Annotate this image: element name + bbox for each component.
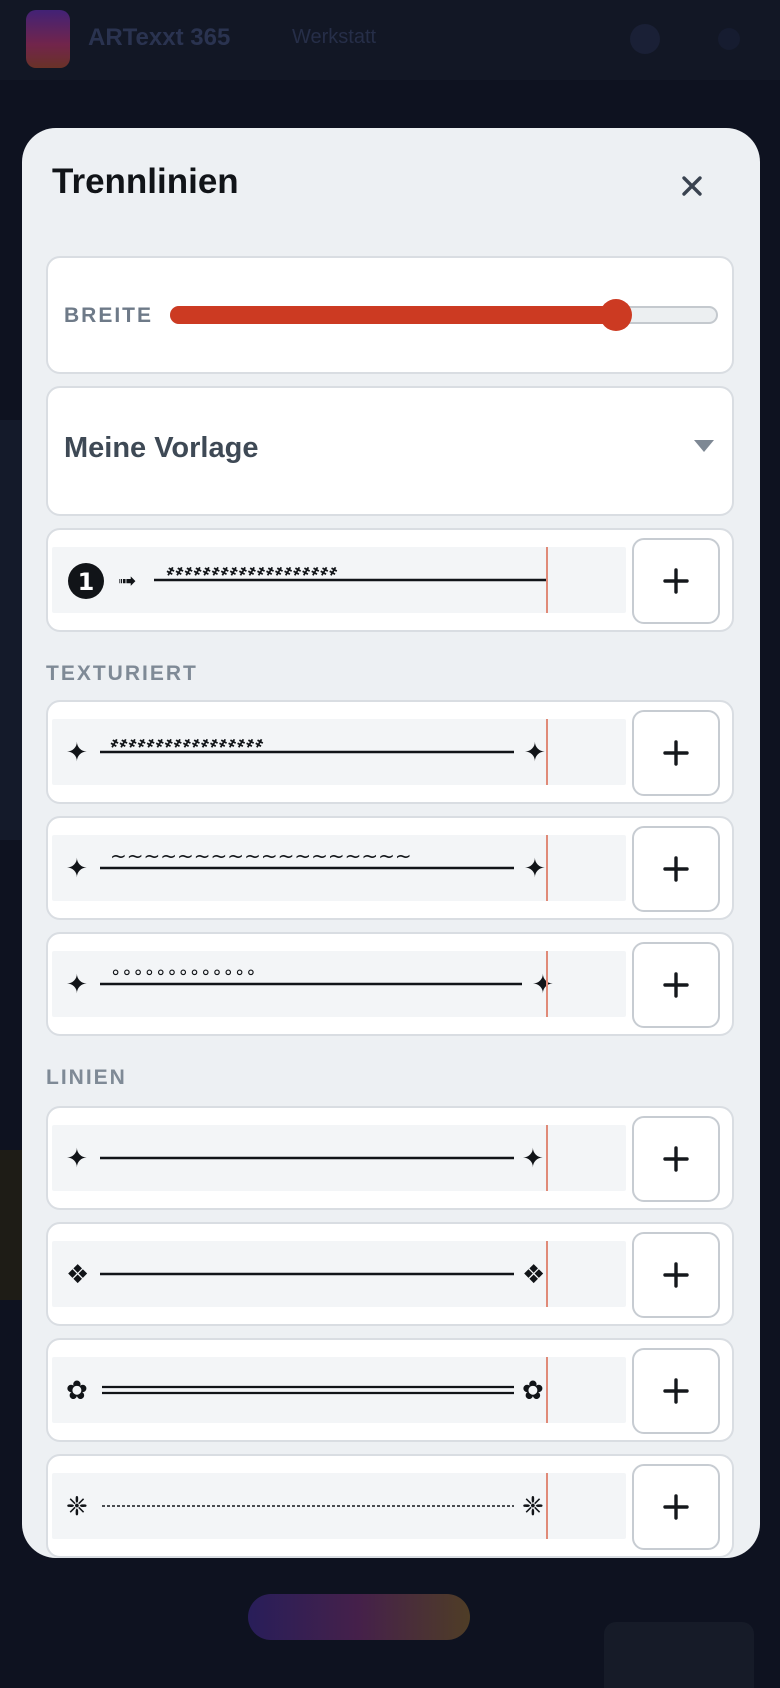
- caret-down-icon: [694, 440, 714, 452]
- width-marker: [546, 1357, 548, 1423]
- app-brand: ARTexxt 365: [88, 24, 231, 51]
- divider-preview-graphic: ❈ ❈: [66, 1492, 544, 1522]
- app-side-panel: [0, 420, 22, 840]
- modal-header: Trennlinien: [22, 128, 760, 242]
- divider-start-ornament: ✦: [66, 970, 88, 1000]
- divider-preview-graphic: ✿ ✿: [66, 1376, 544, 1406]
- plus-icon: [663, 972, 689, 998]
- divider-row: ✦ ~~~~~~~~~~~~~~~~~~ ✦: [46, 816, 734, 920]
- divider-texture: ∘∘∘∘∘∘∘∘∘∘∘∘∘: [110, 962, 256, 983]
- add-divider-button[interactable]: [632, 942, 720, 1028]
- close-button[interactable]: [672, 166, 712, 206]
- add-divider-button[interactable]: [632, 1464, 720, 1550]
- add-divider-button[interactable]: [632, 1116, 720, 1202]
- plus-icon: [663, 568, 689, 594]
- divider-preview[interactable]: ✦ ҂҂҂҂҂҂҂҂҂҂҂҂҂҂҂҂҂ ✦: [52, 719, 626, 785]
- divider-preview[interactable]: ❈ ❈: [52, 1473, 626, 1539]
- plus-icon: [663, 1494, 689, 1520]
- divider-end-ornament: ✦: [532, 970, 554, 1000]
- plus-icon: [663, 856, 689, 882]
- divider-preview[interactable]: ✦ ✦: [52, 1125, 626, 1191]
- divider-row: ❈ ❈: [46, 1454, 734, 1558]
- modal-title: Trennlinien: [52, 162, 239, 201]
- width-marker: [546, 719, 548, 785]
- divider-preview[interactable]: ❖ ❖: [52, 1241, 626, 1307]
- divider-preview-graphic: 1 ➟ ҂҂҂҂҂҂҂҂҂҂҂҂҂҂҂҂҂҂҂: [68, 559, 546, 599]
- divider-end-ornament: ✦: [522, 1144, 544, 1174]
- app-nav-item: Werkstatt: [292, 26, 377, 48]
- width-marker: [546, 1241, 548, 1307]
- add-divider-button[interactable]: [632, 710, 720, 796]
- divider-texture: ~~~~~~~~~~~~~~~~~~: [110, 844, 412, 868]
- width-slider[interactable]: [170, 299, 718, 331]
- divider-row: ✦ ҂҂҂҂҂҂҂҂҂҂҂҂҂҂҂҂҂ ✦: [46, 700, 734, 804]
- divider-preview-graphic: ✦ ∘∘∘∘∘∘∘∘∘∘∘∘∘ ✦: [66, 962, 554, 1000]
- divider-preview[interactable]: ✦ ~~~~~~~~~~~~~~~~~~ ✦: [52, 835, 626, 901]
- divider-start-ornament: ✿: [66, 1376, 88, 1406]
- plus-icon: [663, 1146, 689, 1172]
- add-divider-button[interactable]: [632, 1232, 720, 1318]
- divider-end-ornament: ✿: [522, 1376, 544, 1406]
- width-slider-label: BREITE: [64, 304, 154, 327]
- width-slider-thumb[interactable]: [600, 299, 632, 331]
- app-topbar: ARTexxt 365 Werkstatt: [0, 0, 780, 80]
- width-marker: [546, 1125, 548, 1191]
- divider-preview[interactable]: ✿ ✿: [52, 1357, 626, 1423]
- template-select-value: Meine Vorlage: [64, 432, 259, 464]
- add-divider-button[interactable]: [632, 538, 720, 624]
- plus-icon: [663, 1262, 689, 1288]
- app-footer-tab: [604, 1622, 754, 1688]
- plus-icon: [663, 740, 689, 766]
- divider-texture: ҂҂҂҂҂҂҂҂҂҂҂҂҂҂҂҂҂: [110, 731, 264, 752]
- divider-start-ornament: ❖: [66, 1260, 89, 1290]
- divider-end-ornament: ✦: [524, 738, 546, 768]
- divider-start-ornament: ❈: [66, 1492, 88, 1522]
- add-divider-button[interactable]: [632, 826, 720, 912]
- divider-preview-graphic: ✦ ҂҂҂҂҂҂҂҂҂҂҂҂҂҂҂҂҂ ✦: [66, 731, 546, 768]
- close-icon: [682, 176, 702, 196]
- width-marker: [546, 835, 548, 901]
- divider-preview-graphic: ✦ ~~~~~~~~~~~~~~~~~~ ✦: [66, 844, 546, 884]
- width-slider-fill: [170, 306, 620, 324]
- width-marker: [546, 951, 548, 1017]
- app-menu-button: [718, 28, 740, 50]
- divider-end-ornament: ❈: [522, 1492, 544, 1522]
- template-select[interactable]: Meine Vorlage: [46, 386, 734, 516]
- divider-row: 1 ➟ ҂҂҂҂҂҂҂҂҂҂҂҂҂҂҂҂҂҂҂: [46, 528, 734, 632]
- number-badge-digit: 1: [78, 568, 95, 596]
- divider-end-ornament: ✦: [524, 854, 546, 884]
- width-marker: [546, 547, 548, 613]
- app-primary-button: [248, 1594, 470, 1640]
- divider-row: ✦ ∘∘∘∘∘∘∘∘∘∘∘∘∘ ✦: [46, 932, 734, 1036]
- divider-row: ❖ ❖: [46, 1222, 734, 1326]
- app-icon-button: [630, 24, 660, 54]
- app-logo: [26, 10, 70, 68]
- divider-start-ornament: ✦: [66, 738, 88, 768]
- divider-modal: Trennlinien BREITE Meine Vorlage 1 ➟ ҂҂҂҂҂…: [22, 128, 760, 1558]
- divider-start-ornament: ✦: [66, 854, 88, 884]
- divider-row: ✿ ✿: [46, 1338, 734, 1442]
- divider-preview-graphic: ✦ ✦: [66, 1144, 544, 1174]
- divider-texture: ҂҂҂҂҂҂҂҂҂҂҂҂҂҂҂҂҂҂҂: [166, 559, 338, 580]
- divider-end-ornament: ❖: [522, 1260, 545, 1290]
- arrow-icon: ➟: [118, 569, 136, 594]
- width-marker: [546, 1473, 548, 1539]
- divider-preview[interactable]: 1 ➟ ҂҂҂҂҂҂҂҂҂҂҂҂҂҂҂҂҂҂҂: [52, 547, 626, 613]
- divider-row: ✦ ✦: [46, 1106, 734, 1210]
- section-label: LINIEN: [46, 1066, 127, 1089]
- divider-preview[interactable]: ✦ ∘∘∘∘∘∘∘∘∘∘∘∘∘ ✦: [52, 951, 626, 1017]
- width-slider-card: BREITE: [46, 256, 734, 374]
- divider-start-ornament: ✦: [66, 1144, 88, 1174]
- add-divider-button[interactable]: [632, 1348, 720, 1434]
- plus-icon: [663, 1378, 689, 1404]
- app-side-panel-accent: [0, 1150, 22, 1300]
- divider-preview-graphic: ❖ ❖: [66, 1260, 545, 1290]
- section-label: TEXTURIERT: [46, 662, 198, 685]
